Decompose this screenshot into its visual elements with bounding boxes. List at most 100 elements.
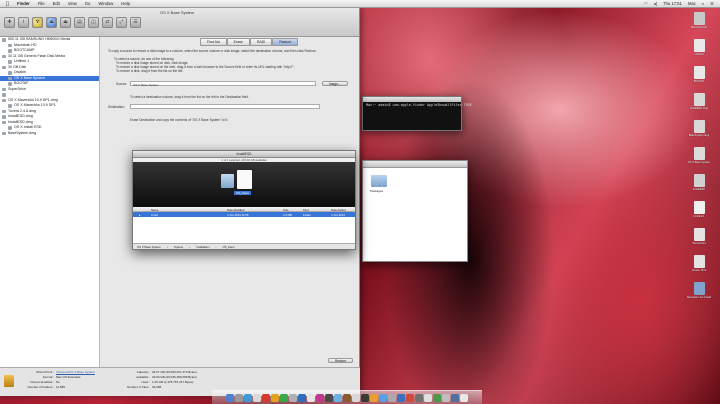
volume-icon[interactable]: ◂): [654, 1, 658, 6]
dock-app-icon[interactable]: [316, 393, 324, 402]
new-image-icon[interactable]: ◫: [88, 16, 99, 28]
table-row[interactable]: ▸ Cmt4 4 Jun 2013 11:58 4.4 MB Folder 4 …: [133, 212, 355, 217]
finder-window[interactable]: InstallESD 1 of 1 selected, 203.92 GB av…: [132, 150, 356, 250]
dock-app-icon[interactable]: [289, 393, 297, 402]
dock-app-icon[interactable]: [343, 393, 351, 402]
column-kind[interactable]: Kind: [303, 208, 309, 212]
packages-folder-label[interactable]: Packages: [370, 189, 383, 193]
capacity-label: Capacity :: [136, 370, 150, 374]
packages-titlebar[interactable]: [363, 161, 467, 168]
apple-menu-icon[interactable]: : [6, 1, 9, 7]
erase-destination-text[interactable]: Erase Destination and copy the contents …: [130, 118, 228, 122]
convert-icon[interactable]: ⇄: [102, 16, 113, 28]
desktop-icon[interactable]: Mountain Lion Install: [684, 282, 714, 309]
menu-view[interactable]: View: [68, 1, 77, 6]
desktop-icon[interactable]: Untitled 1: [684, 201, 714, 228]
dock-app-icon[interactable]: [415, 393, 423, 402]
destination-field[interactable]: [130, 104, 320, 109]
column-size[interactable]: Size: [283, 208, 288, 212]
menu-file[interactable]: File: [38, 1, 45, 6]
source-field[interactable]: OS X Base System: [130, 81, 316, 87]
enable-journaling-icon[interactable]: ▤: [74, 16, 85, 28]
menu-app-name[interactable]: Finder: [17, 1, 30, 6]
tab-raid[interactable]: RAID: [249, 38, 273, 46]
disclosure-triangle-icon[interactable]: ▸: [139, 213, 140, 217]
column-date-added[interactable]: Date Added: [331, 208, 346, 212]
folder-icon[interactable]: [221, 174, 234, 188]
dock-app-icon[interactable]: [280, 393, 288, 402]
dock-app-icon[interactable]: [325, 393, 333, 402]
folders-label: Number of Folders :: [27, 385, 54, 389]
desktop-icon[interactable]: Macintosh HD: [684, 12, 714, 39]
menu-help[interactable]: Help: [121, 1, 130, 6]
dock-app-icon[interactable]: [379, 393, 387, 402]
dock-app-icon[interactable]: [361, 393, 369, 402]
desktop-icon[interactable]: InstallESD: [684, 174, 714, 201]
column-name[interactable]: Name: [151, 208, 158, 212]
document-icon[interactable]: [237, 170, 252, 189]
desktop-icon[interactable]: BaseSystem.dmg: [684, 120, 714, 147]
sidebar-item-label: Untitled 1: [14, 59, 30, 63]
dock-app-icon[interactable]: [388, 393, 396, 402]
restore-button[interactable]: Restore: [328, 358, 354, 363]
dock-app-icon[interactable]: [307, 393, 315, 402]
dock-app-icon[interactable]: [262, 393, 270, 402]
dock-app-icon[interactable]: [397, 393, 405, 402]
wifi-icon[interactable]: ◠: [644, 1, 648, 6]
dock-app-icon[interactable]: [370, 393, 378, 402]
disk-icon: [8, 43, 12, 47]
tab-first-aid[interactable]: First Aid: [200, 38, 227, 46]
dock-app-icon[interactable]: [451, 393, 459, 402]
info-icon[interactable]: i: [18, 16, 29, 28]
dock-app-icon[interactable]: [352, 393, 360, 402]
log-icon[interactable]: ☰: [130, 16, 141, 28]
menu-window[interactable]: Window: [98, 1, 113, 6]
path-item-1[interactable]: OS X Base System: [137, 245, 161, 249]
tab-restore[interactable]: Restore: [272, 38, 299, 46]
menu-edit[interactable]: Edit: [53, 1, 60, 6]
eject-icon[interactable]: ⏏: [60, 16, 71, 28]
desktop-icon[interactable]: BOOTAF: [684, 66, 714, 93]
resize-image-icon[interactable]: ⤢: [116, 16, 127, 28]
dock-app-icon[interactable]: [271, 393, 279, 402]
desktop-icon[interactable]: InstallESD.dmg: [684, 93, 714, 120]
image-button[interactable]: Image...: [322, 81, 348, 86]
tab-erase[interactable]: Erase: [226, 38, 250, 46]
dock-app-icon[interactable]: [298, 393, 306, 402]
path-item-4[interactable]: OS_Kaco: [222, 245, 234, 249]
terminal-window[interactable]: Mac:~ admin$ com.apple.finder AppleShowA…: [362, 96, 472, 131]
mount-icon[interactable]: ⏏: [46, 16, 57, 28]
notification-icon[interactable]: ☰: [710, 1, 714, 6]
packages-finder-window[interactable]: Packages: [362, 160, 468, 262]
mount-point-value[interactable]: /Volumes/OS X Base System: [56, 370, 95, 374]
dock-app-icon[interactable]: [442, 393, 450, 402]
desktop-icon-label: Screen Shot: [691, 269, 707, 272]
finder-title[interactable]: InstallESD: [133, 151, 355, 158]
menu-go[interactable]: Go: [85, 1, 91, 6]
dock-app-icon[interactable]: [406, 393, 414, 402]
sidebar-item[interactable]: BaseSystem.dmg: [0, 131, 99, 137]
path-item-2[interactable]: System: [174, 245, 183, 249]
desktop-icon[interactable]: Screenshot: [684, 228, 714, 255]
disk-icon: [2, 131, 6, 135]
desktop-icon[interactable]: Untitled: [684, 39, 714, 66]
desktop-icon[interactable]: Screen Shot: [684, 255, 714, 282]
path-item-3[interactable]: Installation: [196, 245, 209, 249]
dock-app-icon[interactable]: [253, 393, 261, 402]
verify-icon[interactable]: ✚: [4, 16, 15, 28]
dock-app-icon[interactable]: [433, 393, 441, 402]
burn-icon[interactable]: ☢: [32, 16, 43, 28]
column-date-modified[interactable]: Date Modified: [227, 208, 244, 212]
dock-app-icon[interactable]: [235, 393, 243, 402]
spotlight-icon[interactable]: ⌕: [702, 1, 704, 6]
folder-icon[interactable]: [371, 175, 387, 187]
dock-app-icon[interactable]: [244, 393, 252, 402]
menu-user[interactable]: Mac: [688, 1, 696, 6]
menu-clock[interactable]: Thu 17:51: [663, 1, 682, 6]
dock-app-icon[interactable]: [226, 393, 234, 402]
cover-flow-view[interactable]: OS_Kaco: [133, 162, 355, 207]
dock-app-icon[interactable]: [460, 393, 468, 402]
dock-app-icon[interactable]: [334, 393, 342, 402]
desktop-icon[interactable]: OS X Base System: [684, 147, 714, 174]
dock-app-icon[interactable]: [424, 393, 432, 402]
